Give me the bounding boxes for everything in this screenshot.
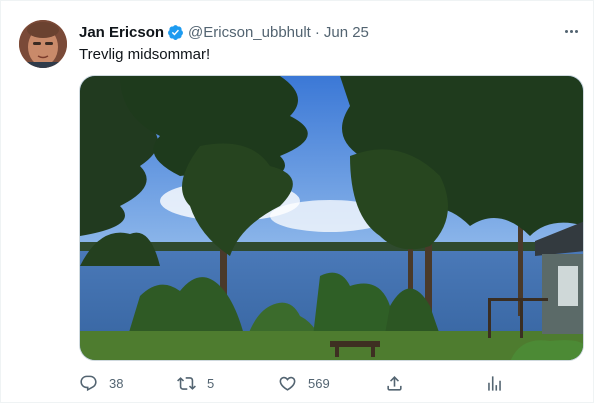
retweet-icon (177, 376, 196, 390)
heart-icon (279, 376, 296, 391)
author-name[interactable]: Jan Ericson (79, 24, 164, 41)
tweet-photo[interactable] (79, 75, 584, 361)
tweet-card[interactable]: Jan Ericson @Ericson_ubbhult · Jun 25 Tr… (0, 0, 594, 403)
author-handle[interactable]: @Ericson_ubbhult (188, 24, 311, 41)
share-icon (387, 375, 402, 391)
verified-badge-icon (167, 24, 184, 41)
retweet-button[interactable]: 5 (177, 371, 214, 395)
tweet-text: Trevlig midsommar! (79, 46, 211, 63)
reply-button[interactable]: 38 (79, 371, 123, 395)
separator-dot: · (314, 23, 320, 41)
tweet-date[interactable]: Jun 25 (324, 24, 369, 41)
reply-count: 38 (109, 375, 124, 391)
reply-icon (80, 375, 97, 391)
like-count: 569 (308, 375, 330, 391)
analytics-icon (488, 375, 501, 391)
analytics-button[interactable] (485, 371, 504, 395)
retweet-count: 5 (207, 375, 215, 391)
tweet-header: Jan Ericson @Ericson_ubbhult · Jun 25 (79, 22, 369, 42)
lake-forest-photo (80, 76, 583, 360)
more-horizontal-icon[interactable] (561, 23, 581, 39)
avatar[interactable] (19, 20, 67, 68)
tweet-actions: 38 5 569 (79, 371, 519, 395)
share-button[interactable] (385, 371, 404, 395)
like-button[interactable]: 569 (278, 371, 330, 395)
